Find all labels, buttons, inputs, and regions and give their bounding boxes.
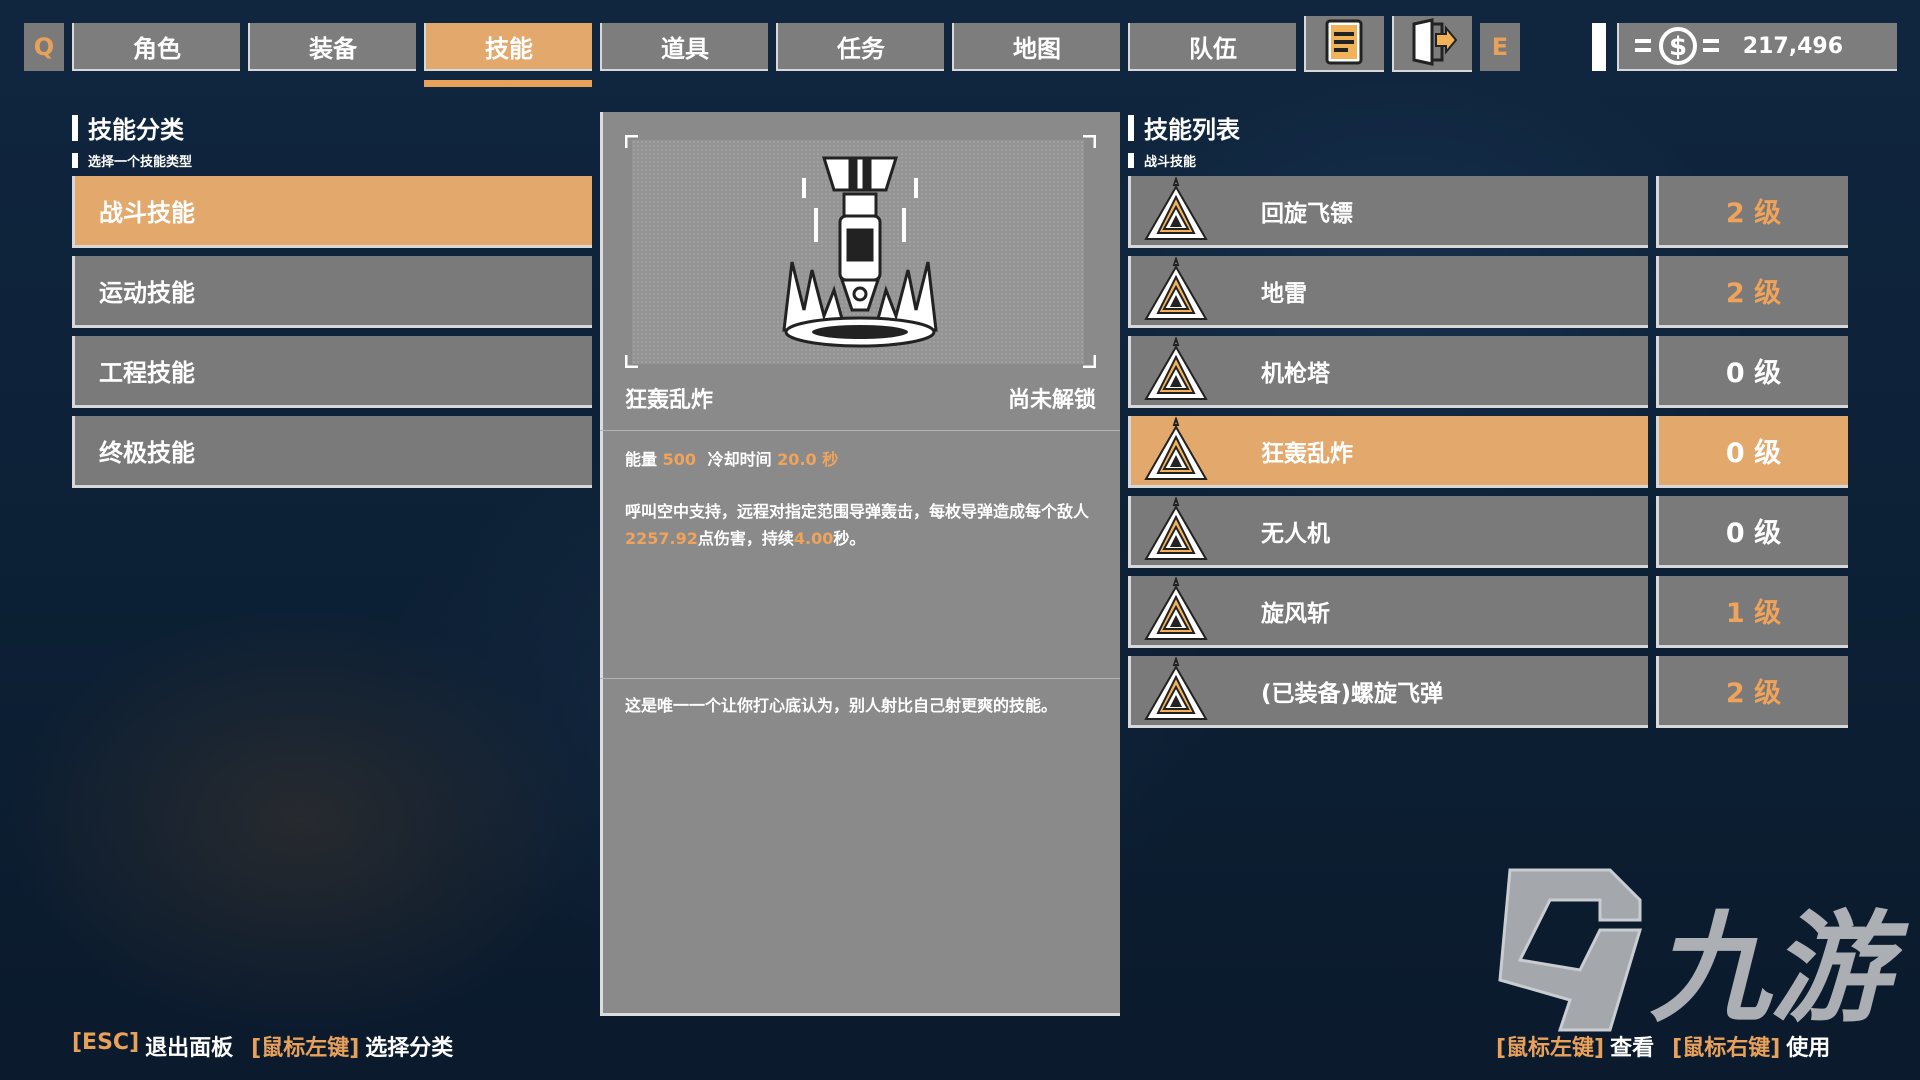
money-icon: $ (1635, 27, 1719, 65)
tab-items[interactable]: 道具 (600, 23, 768, 71)
skill-row-level: 2 级 (1656, 656, 1848, 728)
skill-list-title: 技能列表 (1128, 110, 1240, 145)
hint-action-exit: 退出面板 (145, 1036, 234, 1061)
hint-action-view: 查看 (1610, 1036, 1655, 1061)
prev-tab-key[interactable]: Q (24, 23, 64, 71)
hint-key-lmb: [鼠标左键] (251, 1036, 360, 1061)
money-display: $ 217,496 (1617, 23, 1897, 71)
skill-row-turret[interactable]: 机枪塔 (1128, 336, 1648, 408)
category-combat[interactable]: 战斗技能 (72, 176, 592, 248)
skill-row-name: 机枪塔 (1261, 360, 1330, 387)
rank-chevron-icon (1131, 255, 1221, 327)
skill-row-level: 0 级 (1656, 496, 1848, 568)
tab-map[interactable]: 地图 (952, 23, 1120, 71)
skill-row-drone[interactable]: 无人机 (1128, 496, 1648, 568)
tab-team[interactable]: 队伍 (1128, 23, 1296, 71)
desc-part-2: 点伤害，持续 (697, 529, 794, 548)
hint-key-esc: [ESC] (72, 1030, 140, 1055)
money-bar-marker (1592, 23, 1606, 71)
skill-row-name: (已装备)螺旋飞弹 (1261, 680, 1444, 707)
detail-divider (600, 430, 1120, 431)
category-movement[interactable]: 运动技能 (72, 256, 592, 328)
corner-bracket (625, 355, 638, 368)
desc-part-3: 秒。 (833, 529, 866, 548)
svg-text:$: $ (1669, 32, 1687, 62)
rank-chevron-icon (1131, 575, 1221, 647)
skill-row-bombardment[interactable]: 狂轰乱炸 (1128, 416, 1648, 488)
active-tab-indicator (424, 80, 592, 87)
skill-stats: 能量 500 冷却时间 20.0 秒 (625, 446, 838, 470)
category-engineering[interactable]: 工程技能 (72, 336, 592, 408)
skill-row-level: 2 级 (1656, 176, 1848, 248)
rank-chevron-icon (1131, 655, 1221, 727)
skill-row-level: 0 级 (1656, 416, 1848, 488)
watermark-logo: 九游 (1490, 860, 1910, 1040)
rank-chevron-icon (1131, 335, 1221, 407)
hint-action-select: 选择分类 (365, 1036, 454, 1061)
footer-hints-left: [ESC] 退出面板 [鼠标左键] 选择分类 (72, 1030, 453, 1062)
skill-row-name: 旋风斩 (1261, 600, 1330, 627)
rank-chevron-icon (1131, 495, 1221, 567)
tab-skills[interactable]: 技能 (424, 23, 592, 71)
watermark-text: 九游 (1650, 900, 1909, 1039)
category-ultimate[interactable]: 终极技能 (72, 416, 592, 488)
skill-row-name: 地雷 (1261, 280, 1307, 307)
hint-key-rmb: [鼠标右键] (1672, 1036, 1781, 1061)
skill-row-name: 无人机 (1261, 520, 1330, 547)
energy-label: 能量 (625, 450, 658, 469)
cooldown-value: 20.0 秒 (777, 450, 839, 469)
jiuyou-logo-icon: 九游 (1498, 868, 1909, 1039)
tab-equipment[interactable]: 装备 (248, 23, 416, 71)
exit-door-icon (1412, 18, 1458, 66)
exit-button[interactable] (1392, 16, 1472, 72)
rank-chevron-icon (1131, 175, 1221, 247)
document-icon (1325, 19, 1363, 65)
cooldown-label: 冷却时间 (707, 450, 772, 469)
skill-row-name: 回旋飞镖 (1261, 200, 1353, 227)
skill-name: 狂轰乱炸 (625, 388, 714, 413)
missile-strike-icon (782, 156, 938, 348)
money-value: 217,496 (1742, 33, 1843, 59)
rank-chevron-icon (1131, 415, 1221, 487)
skill-status: 尚未解锁 (1007, 388, 1096, 413)
hint-key-lmb: [鼠标左键] (1496, 1036, 1605, 1061)
category-subtitle: 选择一个技能类型 (72, 151, 192, 170)
damage-value: 2257.92 (625, 529, 698, 548)
skill-description: 呼叫空中支持，远程对指定范围导弹轰击，每枚导弹造成每个敌人 2257.92点伤害，… (625, 498, 1095, 552)
corner-bracket (625, 135, 638, 148)
skill-list-subtitle: 战斗技能 (1128, 151, 1196, 170)
skill-row-level: 1 级 (1656, 576, 1848, 648)
duration-value: 4.00 (793, 529, 834, 548)
footer-hints-right: [鼠标左键] 查看 [鼠标右键] 使用 (1496, 1030, 1830, 1062)
hint-action-use: 使用 (1786, 1036, 1831, 1061)
skill-row-level: 0 级 (1656, 336, 1848, 408)
skill-row-spiral-missile[interactable]: (已装备)螺旋飞弹 (1128, 656, 1648, 728)
skill-flavor-text: 这是唯一一个让你打心底认为，别人射比自己射更爽的技能。 (625, 696, 1058, 715)
skill-row-whirlwind[interactable]: 旋风斩 (1128, 576, 1648, 648)
tab-character[interactable]: 角色 (72, 23, 240, 71)
detail-divider (600, 678, 1120, 679)
category-title: 技能分类 (72, 110, 184, 145)
skill-row-boomerang[interactable]: 回旋飞镖 (1128, 176, 1648, 248)
desc-part-1: 呼叫空中支持，远程对指定范围导弹轰击，每枚导弹造成每个敌人 (625, 502, 1090, 521)
tab-quests[interactable]: 任务 (776, 23, 944, 71)
document-button[interactable] (1304, 16, 1384, 72)
skill-row-level: 2 级 (1656, 256, 1848, 328)
corner-bracket (1083, 135, 1096, 148)
skill-row-name: 狂轰乱炸 (1261, 440, 1353, 467)
energy-value: 500 (662, 450, 696, 469)
next-tab-key[interactable]: E (1480, 23, 1520, 71)
skill-row-landmine[interactable]: 地雷 (1128, 256, 1648, 328)
corner-bracket (1083, 355, 1096, 368)
